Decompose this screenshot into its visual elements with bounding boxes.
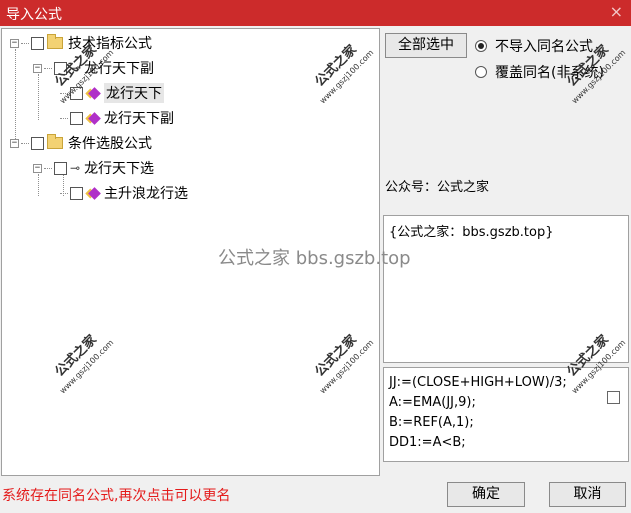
status-message: 系统存在同名公式,再次点击可以更名 [2,488,231,504]
gem-icon [88,86,101,100]
collapse-icon[interactable]: − [33,163,42,173]
title-bar: 导入公式 × [0,0,631,26]
tree-item[interactable]: 龙行天下 [60,83,164,103]
item-checkbox[interactable] [70,111,83,125]
folder-icon [47,134,63,149]
radio-skip-indicator[interactable] [475,40,487,52]
key-icon: ⊸ [70,161,81,175]
tree-item[interactable]: − ⊸ 龙行天下副 [33,58,154,78]
tree-group-stock-screening[interactable]: − 条件选股公式 [10,133,152,153]
radio-overwrite[interactable]: 覆盖同名(非系统) [475,62,604,82]
gem-icon [88,111,101,125]
radio-overwrite-label: 覆盖同名(非系统) [495,65,604,81]
tree-item[interactable]: − ⊸ 龙行天下选 [33,158,154,178]
ok-button[interactable]: 确定 [447,482,525,507]
item-label: 龙行天下副 [84,61,155,77]
item-checkbox[interactable] [70,86,83,100]
wechat-label: 公众号：公式之家 [385,180,490,195]
group2-label: 条件选股公式 [68,136,152,152]
tree-group-tech-indicators[interactable]: − 技术指标公式 [10,33,152,53]
item-label: 主升浪龙行选 [104,186,188,202]
tree-item[interactable]: 主升浪龙行选 [60,183,188,203]
radio-skip-label: 不导入同名公式 [495,39,593,55]
collapse-icon[interactable]: − [10,138,19,148]
formula-checkbox[interactable] [607,391,620,404]
site-text: {公式之家：bbs.gszb.top} [389,225,554,240]
group2-checkbox[interactable] [31,136,44,150]
radio-skip-duplicates[interactable]: 不导入同名公式 [475,36,593,56]
close-icon[interactable]: × [610,2,623,21]
item-label: 龙行天下副 [104,111,174,127]
cancel-button[interactable]: 取消 [549,482,626,507]
item-checkbox[interactable] [54,161,67,175]
item-label: 龙行天下 [104,83,164,103]
tree-item[interactable]: 龙行天下副 [60,108,174,128]
collapse-icon[interactable]: − [10,38,19,48]
gem-icon [88,186,101,200]
overlay-text: 公式之家 bbs.gszb.top [218,248,411,269]
collapse-icon[interactable]: − [33,63,42,73]
item-checkbox[interactable] [70,186,83,200]
group1-label: 技术指标公式 [68,36,152,52]
tree-connector-line [38,74,39,120]
folder-icon [47,34,63,49]
group1-checkbox[interactable] [31,36,44,50]
select-all-button[interactable]: 全部选中 [385,33,467,58]
window-title: 导入公式 [6,7,62,23]
item-label: 龙行天下选 [84,161,155,177]
formula-text: JJ:=(CLOSE+HIGH+LOW)/3; A:=EMA(JJ,9); B:… [389,375,567,450]
key-icon: ⊸ [70,61,81,75]
radio-overwrite-indicator[interactable] [475,66,487,78]
item-checkbox[interactable] [54,61,67,75]
